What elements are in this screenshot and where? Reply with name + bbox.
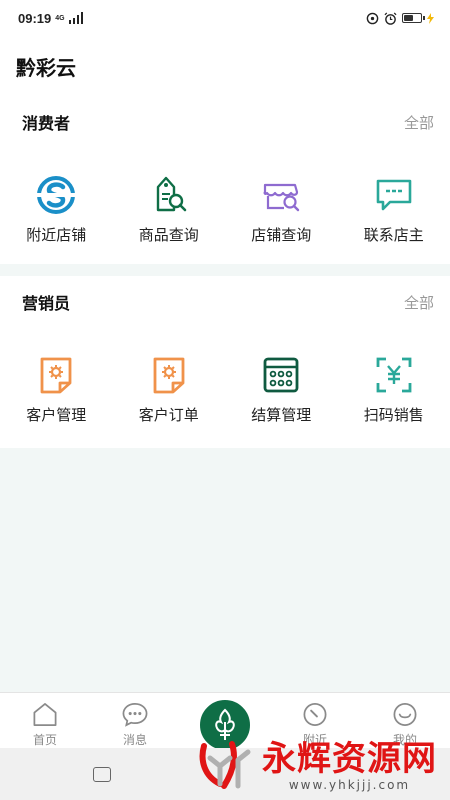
grid-label-customer-manage: 客户管理 [26, 407, 87, 424]
nearby-store-icon [37, 176, 76, 214]
grid-label-store-search: 店铺查询 [251, 227, 312, 244]
sales-section: 营销员 全部 客户管理 客户订单 结算管理 扫码销售 [0, 276, 450, 448]
signal-icon [68, 12, 83, 24]
watermark-url: www.yhkjjj.com [288, 778, 411, 792]
tab-message[interactable]: 消息 [90, 693, 180, 748]
watermark-text: 永辉资源网 [262, 739, 437, 779]
status-time: 09:19 [18, 10, 52, 26]
consumer-section-title: 消费者 [22, 116, 71, 133]
grid-label-customer-order: 客户订单 [138, 407, 199, 424]
status-left: 09:19 4G [18, 11, 83, 26]
watermark-logo-icon [199, 741, 251, 789]
sales-all-link[interactable]: 全部 [404, 292, 434, 313]
alarm-icon [384, 12, 397, 25]
grid-label-contact-owner: 联系店主 [363, 227, 424, 244]
grid-item-settlement[interactable]: 结算管理 [225, 354, 338, 425]
settlement-icon [263, 357, 299, 393]
grid-label-settlement: 结算管理 [251, 407, 312, 424]
consumer-section-header: 消费者 全部 [0, 96, 450, 148]
tab-message-label: 消息 [122, 733, 147, 747]
charging-icon [427, 12, 434, 24]
recent-apps-button[interactable] [93, 767, 111, 782]
product-search-icon [156, 176, 187, 212]
watermark-text-group: 永辉资源网 www.yhkjjj.com [262, 739, 437, 791]
title-bar: 黔彩云 [0, 36, 450, 96]
consumer-section: 消费者 全部 附近店铺 商品查询 店铺查询 联系店主 [0, 96, 450, 264]
compass-icon [303, 703, 327, 726]
app-title: 黔彩云 [16, 57, 76, 80]
customer-manage-icon [40, 357, 72, 394]
watermark: 永辉资源网 www.yhkjjj.com [196, 733, 437, 797]
grid-item-product-search[interactable]: 商品查询 [113, 174, 226, 245]
location-icon [366, 12, 379, 24]
consumer-grid: 附近店铺 商品查询 店铺查询 联系店主 [0, 148, 450, 245]
status-right [366, 12, 434, 25]
scan-sale-icon [376, 357, 412, 393]
sales-section-header: 营销员 全部 [0, 276, 450, 328]
status-bar: 09:19 4G [0, 0, 450, 36]
grid-item-scan-sale[interactable]: 扫码销售 [338, 354, 450, 425]
sales-grid: 客户管理 客户订单 结算管理 扫码销售 [0, 328, 450, 425]
grid-label-nearby-store: 附近店铺 [26, 227, 87, 244]
store-search-icon [263, 183, 300, 212]
grid-item-contact-owner[interactable]: 联系店主 [338, 174, 450, 245]
grid-item-customer-manage[interactable]: 客户管理 [0, 354, 113, 425]
tab-home-label: 首页 [32, 733, 57, 747]
sales-section-title: 营销员 [22, 296, 71, 313]
grid-label-product-search: 商品查询 [138, 227, 199, 244]
tab-home[interactable]: 首页 [0, 693, 90, 748]
smile-icon [393, 703, 417, 726]
grid-label-scan-sale: 扫码销售 [363, 407, 424, 424]
grid-item-nearby-store[interactable]: 附近店铺 [0, 174, 113, 245]
customer-order-icon [153, 357, 185, 394]
battery-icon [402, 13, 425, 23]
network-type: 4G [55, 14, 65, 22]
consumer-all-link[interactable]: 全部 [404, 112, 434, 133]
contact-owner-icon [376, 179, 412, 211]
grid-item-customer-order[interactable]: 客户订单 [113, 354, 226, 425]
grid-item-store-search[interactable]: 店铺查询 [225, 174, 338, 245]
message-icon [122, 703, 148, 727]
home-icon [33, 703, 57, 726]
